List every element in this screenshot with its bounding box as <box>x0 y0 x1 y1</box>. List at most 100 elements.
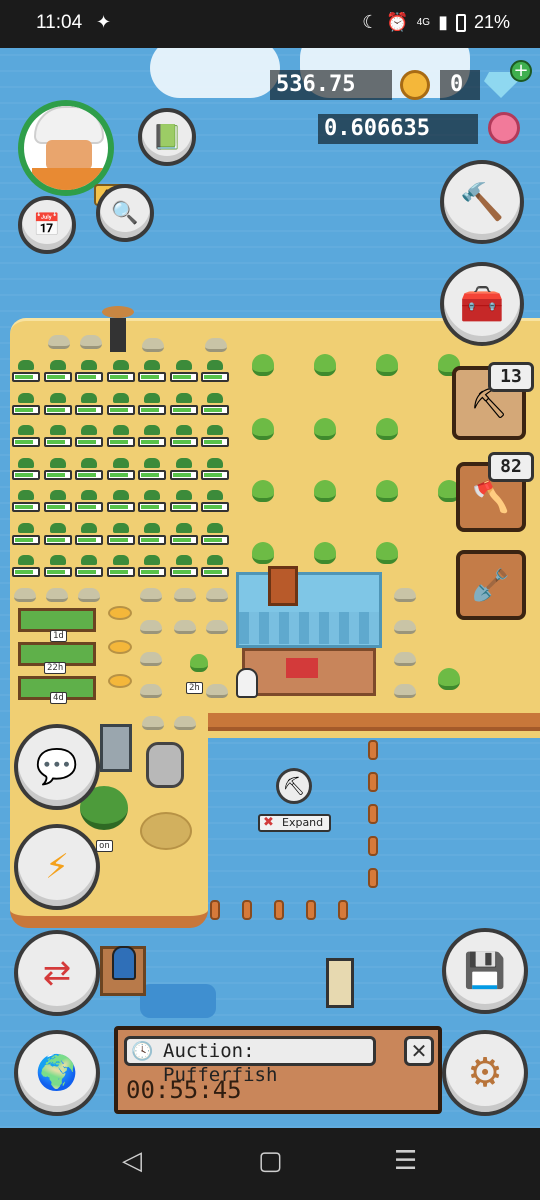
swap-button[interactable]: ⇄ <box>14 930 100 1016</box>
crop-tile[interactable] <box>43 425 72 451</box>
crop-tile[interactable] <box>75 392 103 419</box>
crop-tile[interactable] <box>75 360 103 386</box>
rock[interactable] <box>46 588 68 602</box>
crop-tile[interactable] <box>201 425 229 451</box>
crop-tile[interactable] <box>43 555 72 581</box>
bush[interactable] <box>252 480 274 502</box>
buoy-marker[interactable] <box>326 958 354 1008</box>
back-icon[interactable]: ◁ <box>122 1146 142 1176</box>
bush[interactable] <box>314 418 336 440</box>
crop-tile[interactable] <box>138 555 166 581</box>
bush[interactable] <box>314 480 336 502</box>
auction-close-button[interactable]: ✕ <box>404 1036 434 1066</box>
rock[interactable] <box>140 684 162 698</box>
rock[interactable] <box>394 620 416 634</box>
bush[interactable] <box>376 418 398 440</box>
buy-gems-button[interactable]: + <box>510 60 532 82</box>
auction-banner[interactable]: 🕓 Auction: Pufferfish ✕ 00:55:45 <box>114 1026 442 1114</box>
rock[interactable] <box>174 588 196 602</box>
rock[interactable] <box>206 588 228 602</box>
fisherman-character[interactable] <box>112 946 136 980</box>
crop-tile[interactable] <box>169 555 198 581</box>
crop-tile[interactable] <box>169 360 198 386</box>
energy-button[interactable]: ⚡ <box>14 824 100 910</box>
house-door[interactable] <box>286 658 318 678</box>
crop-tile[interactable] <box>106 522 135 549</box>
crop-tile[interactable] <box>169 522 198 549</box>
bush[interactable] <box>438 668 460 690</box>
bush[interactable] <box>376 542 398 564</box>
hammer-button[interactable]: 🔨 <box>440 160 524 244</box>
crop-tile[interactable] <box>12 555 40 581</box>
crop-tile[interactable] <box>43 360 72 386</box>
expand-pickaxe-icon[interactable]: ⛏ <box>276 768 312 804</box>
crop-tile[interactable] <box>201 490 229 516</box>
crop-tile[interactable] <box>138 457 166 484</box>
crop-tile[interactable] <box>12 360 40 386</box>
crop-tile[interactable] <box>43 490 72 516</box>
crop-tile[interactable] <box>106 457 135 484</box>
rock[interactable] <box>142 716 164 730</box>
rock[interactable] <box>78 588 100 602</box>
crop-tile[interactable] <box>201 555 229 581</box>
rock[interactable] <box>394 684 416 698</box>
rock[interactable] <box>142 338 164 352</box>
world-button[interactable]: 🌍 <box>14 1030 100 1116</box>
crop-tile[interactable] <box>43 457 72 484</box>
bush[interactable] <box>252 354 274 376</box>
search-button[interactable]: 🔍 <box>96 184 154 242</box>
rock[interactable] <box>394 588 416 602</box>
crop-tile[interactable] <box>106 392 135 419</box>
farmer-character[interactable] <box>236 668 258 698</box>
crafting-machine[interactable] <box>146 742 184 788</box>
save-button[interactable]: 💾 <box>442 928 528 1014</box>
rock[interactable] <box>174 620 196 634</box>
rock[interactable] <box>394 652 416 666</box>
crop-tile[interactable] <box>138 392 166 419</box>
crop-tile[interactable] <box>12 522 40 549</box>
rock[interactable] <box>140 588 162 602</box>
crop-tile[interactable] <box>75 457 103 484</box>
crop-tile[interactable] <box>201 522 229 549</box>
fruit-patch[interactable] <box>108 640 132 654</box>
crop-tile[interactable] <box>201 392 229 419</box>
crop-tile[interactable] <box>75 555 103 581</box>
crop-tile[interactable] <box>106 490 135 516</box>
rock[interactable] <box>14 588 36 602</box>
crop-tile[interactable] <box>12 392 40 419</box>
rock[interactable] <box>206 620 228 634</box>
crop-tile[interactable] <box>169 457 198 484</box>
crop-tile[interactable] <box>169 425 198 451</box>
scarecrow[interactable] <box>100 306 136 354</box>
crop-tile[interactable] <box>75 522 103 549</box>
rock[interactable] <box>48 335 70 349</box>
crop-tile[interactable] <box>169 392 198 419</box>
flower-plot[interactable] <box>18 608 96 632</box>
settings-button[interactable]: ⚙ <box>442 1030 528 1116</box>
crop-tile[interactable] <box>12 457 40 484</box>
crop-tile[interactable] <box>106 555 135 581</box>
fruit-patch[interactable] <box>108 606 132 620</box>
crop-tile[interactable] <box>169 490 198 516</box>
crop-tile[interactable] <box>12 425 40 451</box>
home-icon[interactable]: ▢ <box>258 1146 283 1176</box>
crop-tile[interactable] <box>43 522 72 549</box>
crop-tile[interactable] <box>106 425 135 451</box>
crop-tile[interactable] <box>43 392 72 419</box>
codex-button[interactable]: 📗 <box>138 108 196 166</box>
crop-tile[interactable] <box>75 425 103 451</box>
bush[interactable] <box>376 480 398 502</box>
rock[interactable] <box>206 684 228 698</box>
rock[interactable] <box>205 338 227 352</box>
sapling[interactable] <box>190 654 208 672</box>
crop-tile[interactable] <box>138 522 166 549</box>
game-viewport[interactable]: 2h 1d 22h 4d on ⛏ ✖ Expand 43 📗 <box>0 48 540 1128</box>
rock[interactable] <box>80 335 102 349</box>
shovel-tool[interactable]: 🪏 <box>456 550 526 620</box>
crop-tile[interactable] <box>201 360 229 386</box>
bush[interactable] <box>252 418 274 440</box>
crop-tile[interactable] <box>138 360 166 386</box>
recents-icon[interactable]: ☰ <box>394 1146 417 1176</box>
rock[interactable] <box>140 620 162 634</box>
calendar-button[interactable]: 📅 <box>18 196 76 254</box>
